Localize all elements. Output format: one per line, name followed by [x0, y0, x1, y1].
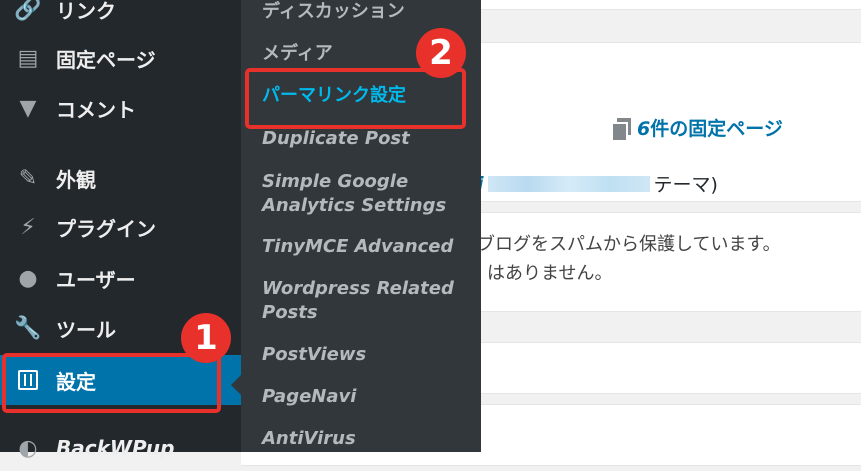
- blurred-theme-name: [487, 175, 650, 192]
- sidebar-item-users[interactable]: ● ユーザー: [0, 255, 241, 301]
- user-icon: ●: [18, 265, 38, 291]
- sidebar-item-label: 外観: [56, 167, 96, 192]
- pages-count: 6: [637, 118, 651, 140]
- sidebar-item-plugins[interactable]: ⚡ プラグイン: [0, 204, 241, 250]
- backwpup-icon: ◐: [18, 435, 38, 461]
- sidebar-item-label: コメント: [56, 97, 136, 122]
- comment-icon: ▼: [19, 95, 37, 121]
- plugin-icon: ⚡: [20, 214, 36, 240]
- sidebar-item-label: BackWPup: [56, 436, 175, 460]
- submenu-item-discussion[interactable]: ディスカッション: [262, 0, 405, 24]
- akismet-line-2: はありません。: [487, 263, 613, 284]
- submenu-item-postviews[interactable]: PostViews: [262, 343, 366, 367]
- akismet-line-1: ブログをスパムから保護しています。: [477, 234, 781, 255]
- highlight-settings: [2, 353, 221, 413]
- submenu-item-media[interactable]: メディア: [262, 42, 333, 66]
- link-icon: 🔗: [14, 0, 42, 22]
- pages-count-text: 件の固定ページ: [650, 118, 783, 140]
- pages-icon: ▤: [17, 45, 39, 71]
- submenu-item-pagenavi[interactable]: PageNavi: [262, 385, 356, 409]
- highlight-permalinks: [245, 68, 466, 129]
- sidebar-item-label: プラグイン: [56, 216, 156, 241]
- theme-info: i テーマ): [477, 170, 718, 197]
- submenu-item-duplicate-post[interactable]: Duplicate Post: [262, 127, 410, 151]
- pages-count-link[interactable]: 6件の固定ページ: [613, 114, 783, 141]
- sidebar-item-label: ツール: [56, 317, 116, 342]
- sidebar-item-backwpup[interactable]: ◐ BackWPup: [0, 425, 241, 471]
- callout-badge-2: 2: [416, 28, 466, 78]
- sidebar-item-label: リンク: [56, 0, 116, 23]
- submenu-item-simple-google-analytics[interactable]: Simple Google Analytics Settings: [262, 170, 452, 218]
- submenu-item-wordpress-related-posts[interactable]: Wordpress Related Posts: [262, 277, 462, 325]
- sidebar-item-comments[interactable]: ▼ コメント: [0, 85, 241, 131]
- sidebar-item-pages[interactable]: ▤ 固定ページ: [0, 35, 241, 81]
- theme-suffix: テーマ): [653, 174, 718, 196]
- wrench-icon: 🔧: [14, 315, 42, 341]
- sidebar-item-appearance[interactable]: ✎ 外観: [0, 155, 241, 201]
- sidebar-item-links[interactable]: 🔗 リンク: [0, 0, 241, 32]
- callout-badge-1: 1: [181, 313, 231, 363]
- pages-icon: [613, 117, 631, 140]
- akismet-status: ブログをスパムから保護しています。 はありません。: [477, 230, 781, 288]
- submenu-item-tinymce-advanced[interactable]: TinyMCE Advanced: [262, 235, 453, 259]
- appearance-icon: ✎: [18, 165, 38, 191]
- sidebar-item-label: ユーザー: [56, 267, 136, 292]
- submenu-pointer: [231, 375, 241, 395]
- sidebar-item-label: 固定ページ: [56, 47, 156, 72]
- submenu-item-antivirus[interactable]: AntiVirus: [262, 427, 356, 451]
